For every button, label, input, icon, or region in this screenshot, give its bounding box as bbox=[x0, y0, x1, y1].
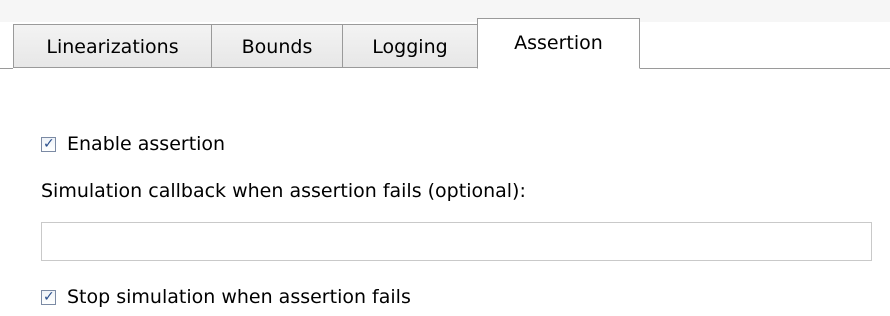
tab-divider-line bbox=[639, 68, 890, 69]
simulation-callback-input[interactable] bbox=[41, 222, 872, 261]
tab-label: Bounds bbox=[241, 36, 313, 58]
checkmark-icon: ✓ bbox=[43, 135, 55, 152]
tab-logging[interactable]: Logging bbox=[342, 24, 478, 68]
enable-assertion-checkbox[interactable]: ✓ bbox=[41, 135, 56, 152]
stop-simulation-checkbox[interactable]: ✓ bbox=[41, 288, 56, 305]
tab-label: Linearizations bbox=[46, 36, 179, 58]
stop-simulation-label: Stop simulation when assertion fails bbox=[67, 286, 411, 308]
checkmark-icon: ✓ bbox=[43, 288, 55, 305]
enable-assertion-row[interactable]: ✓ Enable assertion bbox=[41, 130, 225, 158]
tab-divider-line bbox=[0, 68, 13, 69]
tab-label: Assertion bbox=[514, 32, 603, 54]
callback-field-label: Simulation callback when assertion fails… bbox=[41, 180, 526, 202]
assertion-dialog: Linearizations Bounds Logging Assertion … bbox=[0, 0, 890, 316]
enable-assertion-label: Enable assertion bbox=[67, 133, 226, 155]
stop-simulation-row[interactable]: ✓ Stop simulation when assertion fails bbox=[41, 283, 411, 311]
tab-assertion[interactable]: Assertion bbox=[477, 18, 640, 69]
tab-label: Logging bbox=[372, 36, 448, 58]
title-strip bbox=[0, 0, 890, 22]
tab-bounds[interactable]: Bounds bbox=[211, 24, 343, 68]
tab-linearizations[interactable]: Linearizations bbox=[13, 24, 212, 68]
